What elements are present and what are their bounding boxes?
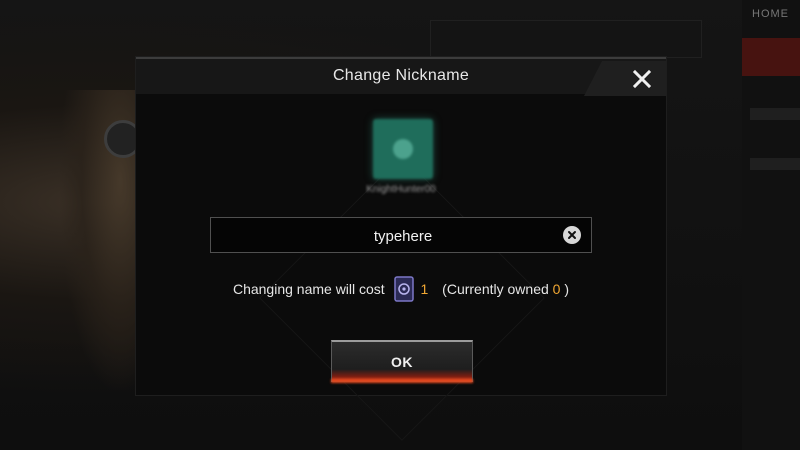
- background-menu-active-item: [742, 38, 800, 76]
- avatar-emblem: [393, 139, 413, 159]
- clear-input-icon: [568, 231, 576, 239]
- rename-token-icon: [393, 276, 414, 302]
- nickname-input-container: [210, 217, 595, 254]
- cost-info: Changing name will cost 1 (Currently own…: [136, 275, 666, 303]
- cost-amount: 1: [420, 281, 429, 297]
- background-top-bar: [430, 20, 702, 58]
- dialog-title: Change Nickname: [332, 67, 470, 84]
- ok-button-glow: [331, 379, 473, 383]
- owned-prefix: (Currently owned: [442, 281, 549, 297]
- clear-input-button[interactable]: [563, 226, 581, 244]
- avatar: [373, 119, 433, 179]
- cost-label: Changing name will cost: [232, 281, 385, 297]
- nickname-input[interactable]: [211, 218, 595, 254]
- ok-button-label: OK: [391, 353, 413, 370]
- close-icon: [632, 69, 652, 88]
- background-menu-header: HOME: [752, 8, 789, 20]
- owned-suffix: ): [564, 281, 570, 297]
- dialog-header: Change Nickname: [136, 57, 666, 96]
- background-menu-item: [750, 158, 800, 170]
- background-menu-item: [750, 108, 800, 120]
- ok-button[interactable]: OK: [331, 340, 473, 382]
- change-nickname-dialog: Change Nickname KnightHunter00 Changing …: [136, 57, 666, 395]
- owned-amount: 0: [552, 281, 561, 297]
- current-username: KnightHunter00: [366, 184, 436, 195]
